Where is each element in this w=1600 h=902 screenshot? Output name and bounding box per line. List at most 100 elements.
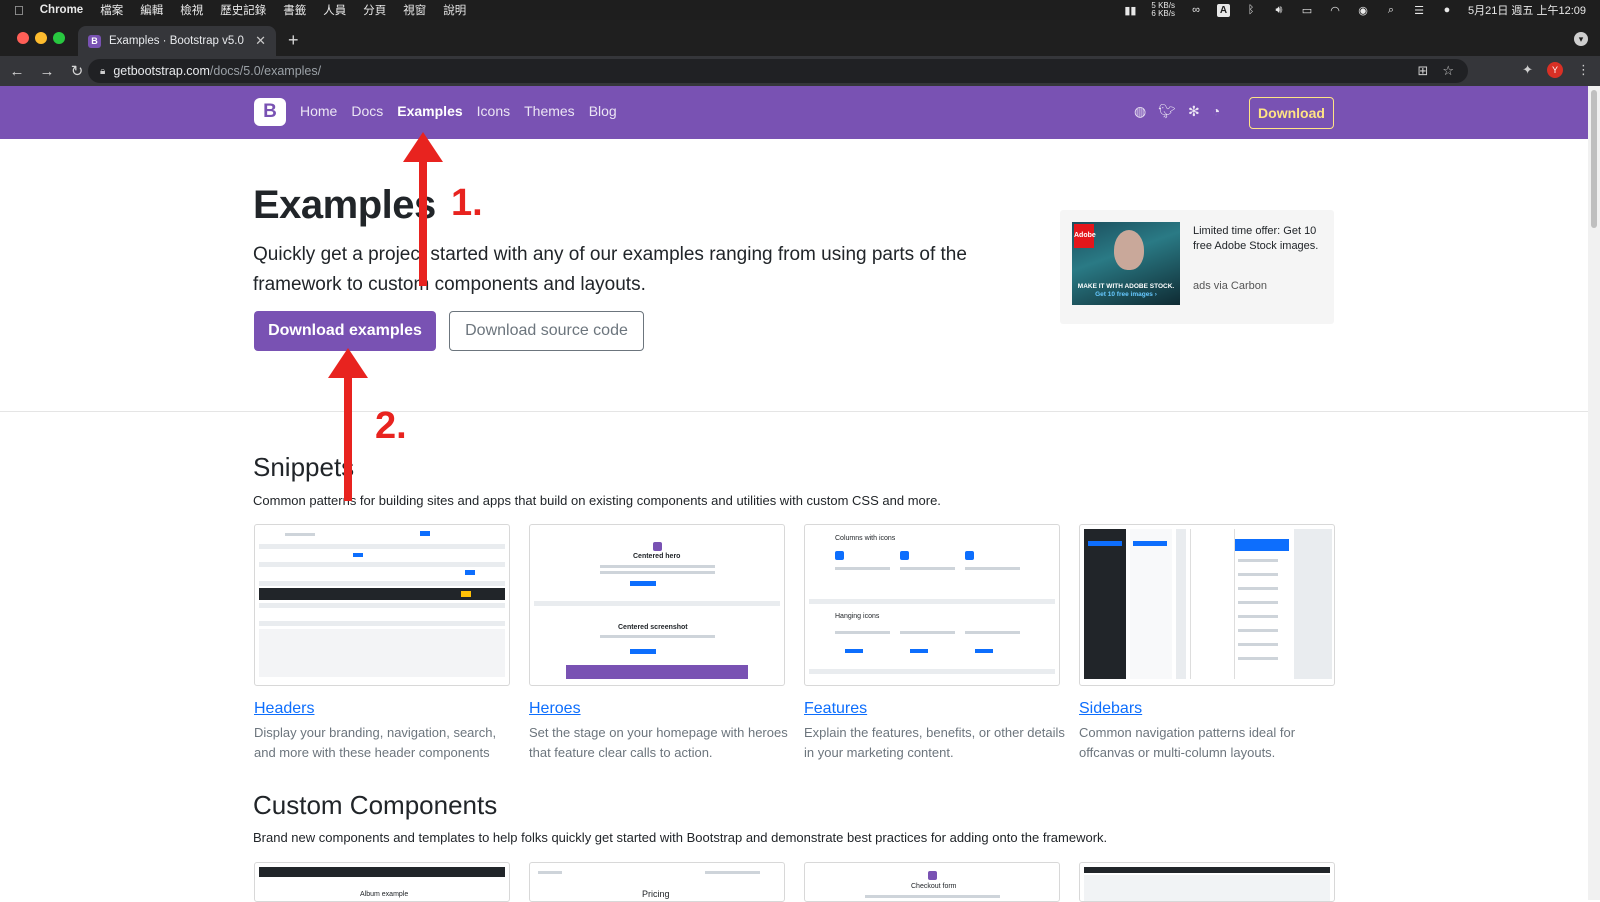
menu-file[interactable]: 檔案 (100, 2, 123, 18)
ad-caption-line1: MAKE IT WITH ADOBE STOCK. (1077, 283, 1175, 290)
checkout-thumbnail[interactable]: Checkout form (804, 862, 1060, 902)
back-arrow-icon[interactable]: ← (4, 63, 30, 80)
thumb-icon-bar (1176, 529, 1186, 679)
lock-icon[interactable]: 🔒︎ (100, 66, 105, 77)
thumb-label: Columns with icons (835, 535, 896, 542)
opencollective-icon[interactable]: ◔ (1212, 103, 1220, 120)
heroes-thumbnail[interactable]: Centered hero Centered screenshot (529, 524, 785, 686)
thumb-accent (420, 531, 430, 536)
menubar-clock[interactable]: 5月21日 週五 上午12:09 (1468, 2, 1586, 18)
menu-help[interactable]: 說明 (443, 2, 466, 18)
menu-window[interactable]: 視窗 (403, 2, 426, 18)
spotlight-search-icon[interactable]: ⌕ (1384, 4, 1398, 16)
nav-link-themes[interactable]: Themes (524, 103, 575, 119)
thumb-accent (1088, 541, 1122, 546)
glasses-icon[interactable]: ∞ (1189, 4, 1203, 16)
nav-link-examples[interactable]: Examples (397, 103, 462, 119)
cpu-meter-icon[interactable]: ▮▮ (1123, 5, 1137, 17)
thumb-line (1238, 629, 1278, 632)
window-zoom-button[interactable] (53, 32, 65, 44)
headers-thumbnail[interactable] (254, 524, 510, 686)
annotation-arrow-1-head (403, 132, 443, 162)
url-path: /docs/5.0/examples/ (209, 64, 322, 78)
ad-text[interactable]: Limited time offer: Get 10 free Adobe St… (1193, 224, 1325, 254)
bluetooth-icon[interactable]: ᛒ (1244, 4, 1258, 16)
ad-image[interactable]: Adobe MAKE IT WITH ADOBE STOCK. Get 10 f… (1072, 222, 1180, 305)
thumb-line (965, 567, 1020, 570)
social-links: ◍ 🐦︎ ✻ ◔ (1134, 103, 1220, 120)
apple-icon[interactable]:  (14, 3, 24, 18)
nav-link-blog[interactable]: Blog (589, 103, 617, 119)
bootstrap-logo[interactable]: B (254, 98, 286, 126)
window-minimize-button[interactable] (35, 32, 47, 44)
thumb-line (900, 567, 955, 570)
battery-icon[interactable]: ▭ (1300, 5, 1314, 17)
features-link[interactable]: Features (804, 700, 867, 718)
net-down: 6 KB/s (1151, 9, 1175, 18)
address-bar[interactable]: 🔒︎ getbootstrap.com/docs/5.0/examples/ ⊞… (88, 59, 1468, 83)
nav-link-home[interactable]: Home (300, 103, 337, 119)
thumb-accent (835, 551, 844, 560)
siri-icon[interactable]: ● (1440, 4, 1454, 16)
twitter-icon[interactable]: 🐦︎ (1158, 103, 1176, 120)
navbar-download-button[interactable]: Download (1249, 97, 1334, 129)
network-speed[interactable]: 5 KB/s 6 KB/s (1151, 2, 1175, 18)
menubar-status-area: ▮▮ 5 KB/s 6 KB/s ∞ A ᛒ 🔊︎ ▭ ◠ ◉ ⌕ ☰ ● 5月… (1123, 2, 1586, 18)
volume-icon[interactable]: 🔊︎ (1272, 4, 1286, 16)
nav-link-icons[interactable]: Icons (477, 103, 510, 119)
browser-tab-active[interactable]: B Examples · Bootstrap v5.0 ✕ (78, 26, 276, 56)
features-thumbnail[interactable]: Columns with icons Hanging icons (804, 524, 1060, 686)
thumb-bar (259, 544, 505, 549)
menu-history[interactable]: 歷史記錄 (220, 2, 266, 18)
product-thumbnail[interactable] (1079, 862, 1335, 902)
thumb-line (1238, 559, 1278, 562)
snippets-description: Common patterns for building sites and a… (253, 493, 941, 508)
menu-edit[interactable]: 編輯 (140, 2, 163, 18)
thumb-line (285, 533, 315, 536)
thumb-line (600, 565, 715, 568)
ad-via-carbon[interactable]: ads via Carbon (1193, 280, 1267, 292)
user-icon[interactable]: ◉ (1356, 5, 1370, 17)
thumb-bar (809, 599, 1055, 604)
chrome-menu-icon[interactable]: ⋮ (1577, 62, 1590, 78)
wifi-icon[interactable]: ◠ (1328, 5, 1342, 17)
bookmark-star-icon[interactable]: ☆ (1442, 63, 1454, 79)
menu-people[interactable]: 人員 (323, 2, 346, 18)
carbon-ad[interactable]: Adobe MAKE IT WITH ADOBE STOCK. Get 10 f… (1060, 210, 1334, 324)
forward-arrow-icon[interactable]: → (34, 63, 60, 80)
translate-icon[interactable]: ⊞ (1417, 63, 1428, 79)
download-examples-button[interactable]: Download examples (254, 311, 436, 351)
page-scrollbar-thumb[interactable] (1591, 90, 1597, 228)
menu-bookmarks[interactable]: 書籤 (283, 2, 306, 18)
menu-view[interactable]: 檢視 (180, 2, 203, 18)
profile-avatar[interactable]: Y (1547, 62, 1563, 78)
tab-close-icon[interactable]: ✕ (255, 33, 266, 49)
sidebars-thumbnail[interactable] (1079, 524, 1335, 686)
github-icon[interactable]: ◍ (1134, 103, 1146, 120)
annotation-arrow-2-head (328, 348, 368, 378)
nav-link-docs[interactable]: Docs (351, 103, 383, 119)
extensions-puzzle-icon[interactable]: ✦ (1522, 62, 1533, 78)
control-center-icon[interactable]: ☰ (1412, 5, 1426, 17)
slack-icon[interactable]: ✻ (1188, 103, 1200, 120)
thumb-line (835, 631, 890, 634)
heroes-link[interactable]: Heroes (529, 700, 581, 718)
headers-link[interactable]: Headers (254, 700, 314, 718)
input-method-icon[interactable]: A (1217, 3, 1230, 17)
tab-search-icon[interactable]: ▾ (1574, 32, 1588, 46)
thumb-block (259, 629, 505, 677)
window-close-button[interactable] (17, 32, 29, 44)
macos-menubar:  Chrome 檔案 編輯 檢視 歷史記錄 書籤 人員 分頁 視窗 說明 ▮▮… (0, 0, 1600, 20)
album-thumbnail[interactable]: Album example (254, 862, 510, 902)
thumb-line (835, 567, 890, 570)
thumb-line (965, 631, 1020, 634)
thumb-label: Hanging icons (835, 613, 880, 620)
menu-tab[interactable]: 分頁 (363, 2, 386, 18)
menu-chrome[interactable]: Chrome (40, 4, 83, 16)
ad-image-caption: MAKE IT WITH ADOBE STOCK. Get 10 free im… (1072, 283, 1180, 299)
sidebars-link[interactable]: Sidebars (1079, 700, 1142, 718)
pricing-thumbnail[interactable]: Pricing (529, 862, 785, 902)
new-tab-icon[interactable]: + (288, 30, 299, 51)
reload-icon[interactable]: ↻ (64, 62, 90, 80)
download-source-code-button[interactable]: Download source code (449, 311, 644, 351)
